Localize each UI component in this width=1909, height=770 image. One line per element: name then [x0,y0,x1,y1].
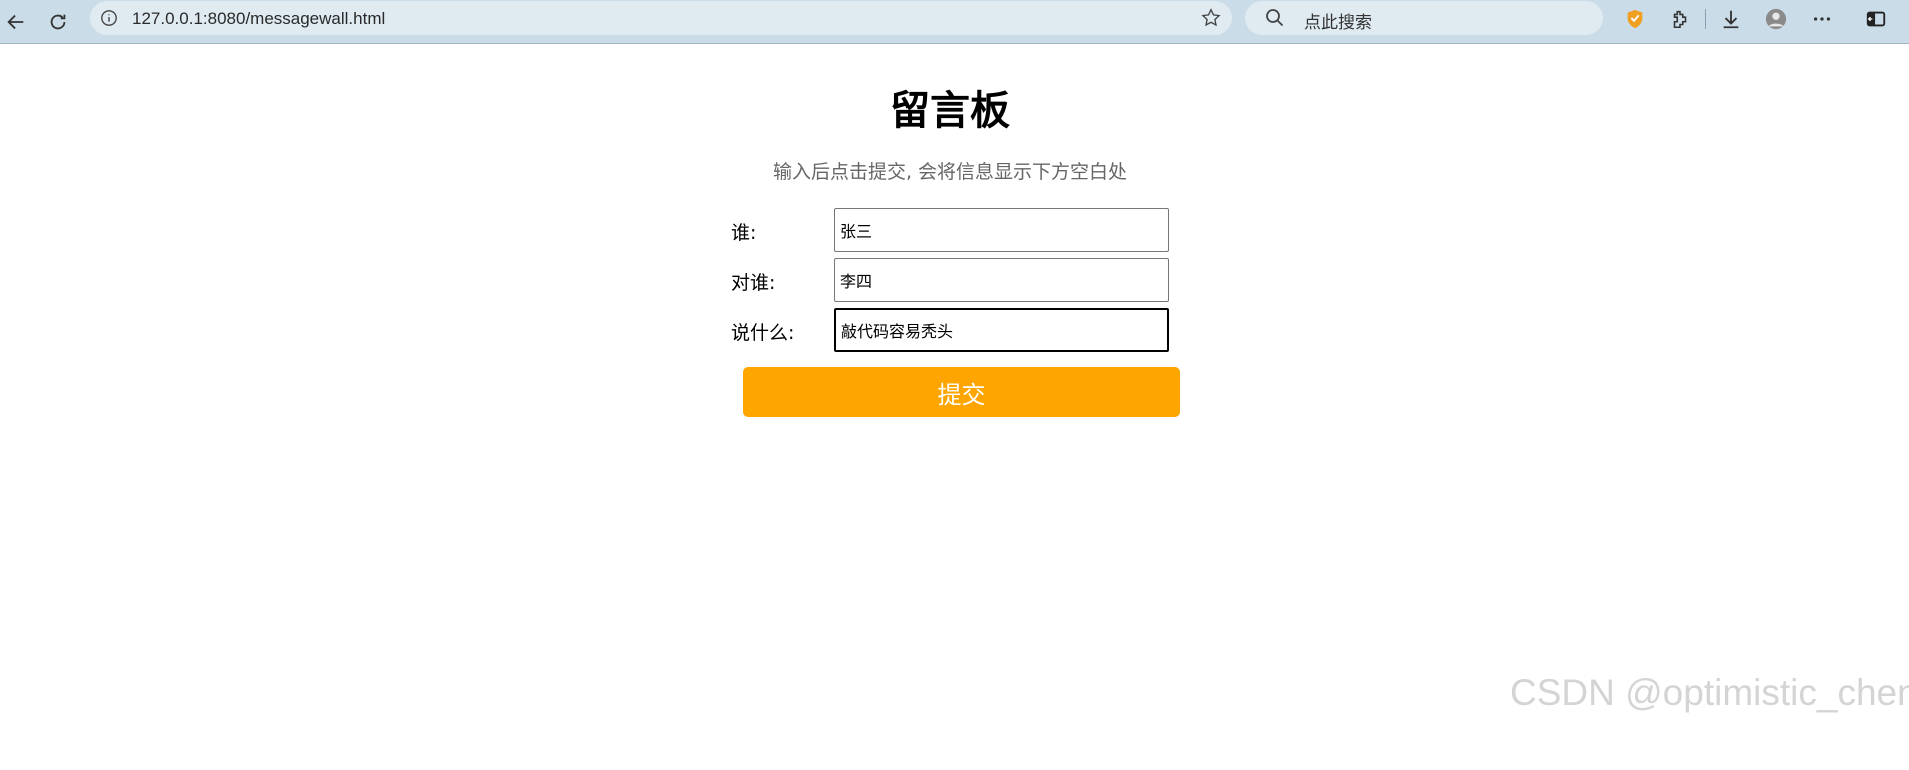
back-arrow-icon [7,14,24,30]
page-content: 留言板 输入后点击提交, 会将信息显示下方空白处 谁: 对谁: 说什么: 提交 [0,44,1909,770]
info-icon[interactable] [100,9,118,27]
browser-toolbar: 127.0.0.1:8080/messagewall.html 点此搜索 [0,0,1909,44]
submit-button[interactable]: 提交 [743,367,1180,417]
to-input[interactable] [834,258,1169,302]
shield-extension-icon[interactable] [1621,5,1649,33]
page-subtitle: 输入后点击提交, 会将信息显示下方空白处 [772,161,1128,183]
form-row-to: 对谁: [731,258,1169,302]
message-label: 说什么: [731,322,795,344]
from-input[interactable] [834,208,1169,252]
reload-button[interactable] [42,6,74,38]
sidebar-toggle-icon[interactable] [1862,5,1890,33]
address-bar[interactable]: 127.0.0.1:8080/messagewall.html [90,1,1232,35]
csdn-watermark: CSDN @optimistic_chen [1510,672,1909,713]
back-button[interactable] [0,6,32,38]
to-label: 对谁: [731,272,776,294]
url-text[interactable]: 127.0.0.1:8080/messagewall.html [132,9,385,29]
extensions-puzzle-icon[interactable] [1666,5,1694,33]
favorite-star-icon[interactable] [1200,7,1222,29]
search-placeholder[interactable]: 点此搜索 [1304,8,1372,33]
more-menu-icon[interactable] [1808,5,1836,33]
page-title: 留言板 [890,88,1010,134]
profile-avatar-icon[interactable] [1762,5,1790,33]
message-input[interactable] [834,308,1169,352]
from-label: 谁: [731,222,757,244]
reload-icon [50,14,66,30]
download-icon[interactable] [1717,5,1745,33]
search-box[interactable]: 点此搜索 [1245,1,1603,35]
form-row-from: 谁: [731,208,1169,252]
toolbar-divider [1705,9,1706,29]
search-icon [1266,9,1284,27]
form-row-message: 说什么: [731,308,1169,352]
